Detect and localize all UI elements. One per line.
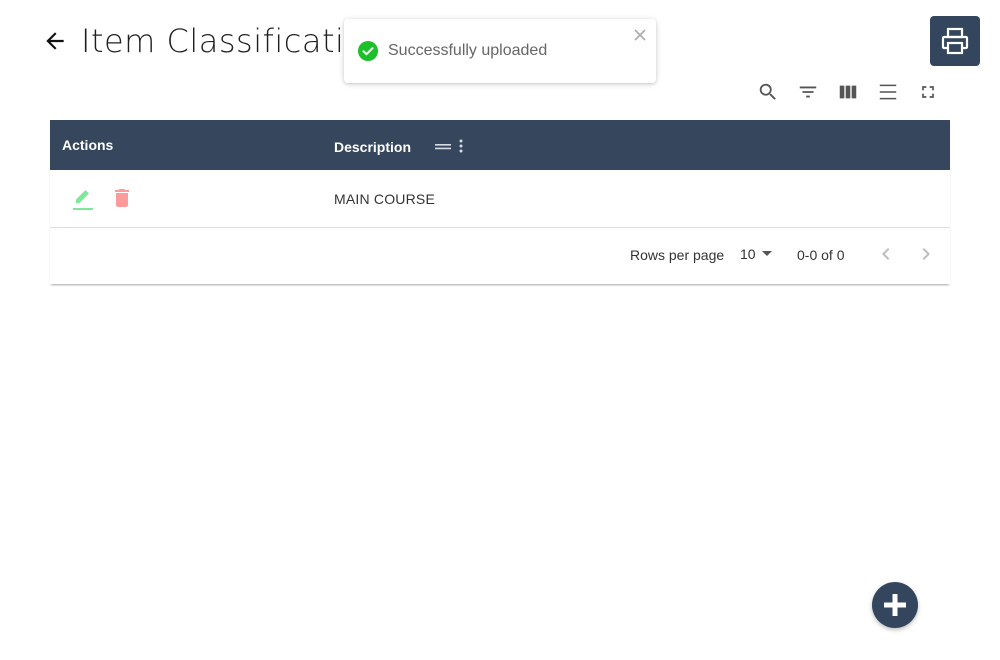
add-button[interactable] (872, 582, 918, 628)
columns-icon (839, 85, 857, 99)
delete-button[interactable] (110, 186, 134, 210)
column-header-description[interactable]: Description (334, 139, 411, 155)
table-header: Actions Description (50, 120, 950, 170)
column-menu-icon[interactable] (458, 138, 464, 154)
columns-button[interactable] (836, 80, 860, 104)
page-title: Item Classificatio (81, 22, 365, 60)
fullscreen-icon (922, 86, 934, 98)
search-button[interactable] (756, 80, 780, 104)
column-controls (434, 138, 464, 154)
arrow-left-icon (46, 32, 64, 50)
rows-per-page-value: 10 (740, 246, 756, 262)
search-icon (759, 83, 776, 100)
table-row: MAIN COURSE (50, 170, 950, 228)
filter-icon (799, 86, 817, 98)
description-cell: MAIN COURSE (334, 191, 435, 207)
upload-success-toast: Successfully uploaded (344, 19, 656, 83)
page-range: 0-0 of 0 (797, 247, 845, 263)
next-page-button[interactable] (914, 242, 938, 266)
classification-table: Actions Description MAIN COURSE Rows per… (50, 120, 950, 284)
rows-per-page-select[interactable]: 10 (740, 246, 772, 262)
filter-button[interactable] (796, 80, 820, 104)
check-circle-icon (358, 41, 378, 61)
print-button[interactable] (930, 16, 980, 66)
density-button[interactable] (876, 80, 900, 104)
trash-icon (115, 189, 129, 207)
chevron-left-icon (882, 248, 890, 260)
rows-per-page-label: Rows per page (630, 247, 725, 263)
table-toolbar (756, 80, 940, 104)
chevron-right-icon (922, 248, 930, 260)
toast-message: Successfully uploaded (388, 42, 548, 59)
printer-icon (941, 27, 969, 55)
edit-button[interactable] (70, 186, 94, 210)
fullscreen-button[interactable] (916, 80, 940, 104)
density-icon (879, 84, 897, 100)
pagination: Rows per page 10 0-0 of 0 (50, 228, 950, 284)
previous-page-button[interactable] (874, 242, 898, 266)
plus-icon (884, 594, 906, 616)
drag-handle-icon[interactable] (434, 138, 452, 154)
back-button[interactable] (40, 26, 70, 56)
column-header-actions: Actions (62, 137, 114, 153)
close-icon[interactable] (634, 29, 646, 41)
pencil-icon (73, 190, 93, 210)
caret-down-icon (761, 251, 772, 256)
